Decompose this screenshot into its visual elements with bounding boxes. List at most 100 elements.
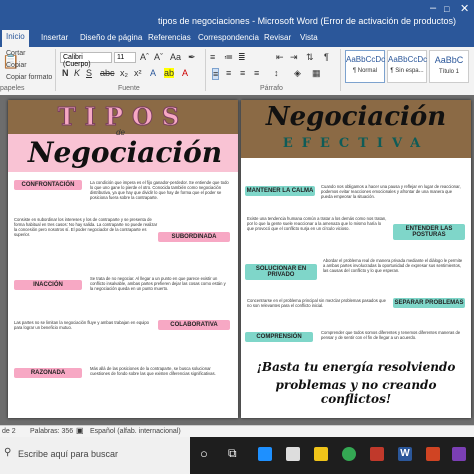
section-label: ENTENDER LAS POSTURAS bbox=[393, 224, 465, 240]
strikethrough-icon[interactable]: abc bbox=[100, 68, 115, 78]
search-icon: ⚲ bbox=[4, 447, 12, 458]
numbering-icon[interactable]: ≔ bbox=[224, 52, 233, 63]
title-sub: EFECTIVA bbox=[282, 136, 430, 151]
clear-format-icon[interactable]: ✒ bbox=[188, 52, 196, 63]
tab-referencias[interactable]: Referencias bbox=[148, 33, 191, 42]
tab-diseno[interactable]: Diseño de página bbox=[80, 33, 142, 42]
taskbar-search[interactable]: ⚲ Escribe aquí para buscar bbox=[0, 437, 190, 474]
bold-icon[interactable]: N bbox=[62, 68, 69, 78]
title-main: Negociación bbox=[27, 136, 223, 169]
cut-button[interactable]: Cortar bbox=[6, 50, 25, 57]
superscript-icon[interactable]: x² bbox=[134, 68, 142, 78]
line-spacing-icon[interactable]: ↕ bbox=[274, 68, 279, 78]
style-name: Título 1 bbox=[438, 69, 459, 75]
increase-indent-icon[interactable]: ⇥ bbox=[290, 52, 298, 63]
word-count[interactable]: Palabras: 356 bbox=[30, 428, 73, 435]
tab-insertar[interactable]: Insertar bbox=[41, 33, 68, 42]
tab-revisar[interactable]: Revisar bbox=[264, 33, 291, 42]
section-text: Comprender que todos somos diferentes y … bbox=[321, 330, 461, 340]
paragraph-group-label: Párrafo bbox=[260, 85, 283, 92]
bullets-icon[interactable]: ≡ bbox=[210, 52, 215, 62]
page-2[interactable]: Negociación EFECTIVA MANTENER LA CALMA C… bbox=[241, 100, 471, 418]
language[interactable]: Español (alfab. internacional) bbox=[90, 428, 181, 435]
shrink-font-icon[interactable]: Aˇ bbox=[154, 52, 163, 62]
shading-icon[interactable]: ◈ bbox=[294, 68, 301, 79]
section-label: CONFRONTACIÓN bbox=[14, 180, 82, 190]
grow-font-icon[interactable]: Aˆ bbox=[140, 52, 149, 62]
highlight-icon[interactable]: ab bbox=[164, 68, 175, 78]
style-no-spacing[interactable]: AaBbCcDc ¶ Sin espa... bbox=[387, 50, 427, 83]
store-icon[interactable] bbox=[286, 447, 300, 461]
close-icon[interactable]: ✕ bbox=[460, 2, 469, 15]
ribbon: 📋 Cortar Copiar Copiar formato papeles C… bbox=[0, 47, 474, 96]
font-name-select[interactable]: Calibri (Cuerpo) bbox=[60, 52, 112, 68]
multilevel-list-icon[interactable]: ≣ bbox=[238, 52, 246, 63]
divider bbox=[205, 49, 206, 91]
edge-icon[interactable] bbox=[258, 447, 272, 461]
tab-correspondencia[interactable]: Correspondencia bbox=[198, 33, 259, 42]
clipboard-group-label: papeles bbox=[0, 85, 25, 92]
page-1[interactable]: TIPOS de Negociación CONFRONTACIÓN La co… bbox=[8, 100, 238, 418]
underline-icon[interactable]: S bbox=[86, 68, 92, 78]
closing-line-1: ¡Basta tu energía resolviendo bbox=[256, 360, 456, 374]
chrome-icon[interactable] bbox=[342, 447, 356, 461]
font-color-icon[interactable]: A bbox=[182, 68, 188, 78]
text-effects-icon[interactable]: A bbox=[150, 68, 156, 78]
divider bbox=[55, 49, 56, 91]
section-label: MANTENER LA CALMA bbox=[245, 186, 315, 196]
decrease-indent-icon[interactable]: ⇤ bbox=[276, 52, 284, 63]
section-text: La condición que impera es el fijo ganad… bbox=[90, 180, 229, 200]
title-top: TIPOS bbox=[57, 102, 189, 132]
section-label: SUBORDINADA bbox=[158, 232, 230, 242]
font-size-select[interactable]: 11 bbox=[114, 52, 136, 63]
title-bar: tipos de negociaciones - Microsoft Word … bbox=[0, 0, 474, 30]
borders-icon[interactable]: ▦ bbox=[312, 68, 321, 79]
search-placeholder: Escribe aquí para buscar bbox=[18, 449, 119, 459]
change-case-icon[interactable]: Aa bbox=[170, 52, 181, 62]
section-text: Más allá de las posiciones de la contrap… bbox=[90, 366, 216, 376]
style-preview: AaBbCcDc bbox=[388, 55, 428, 64]
page-indicator[interactable]: de 2 bbox=[2, 428, 16, 435]
ribbon-tabs: Inicio Insertar Diseño de página Referen… bbox=[0, 30, 474, 47]
section-label: COMPRENSIÓN bbox=[245, 332, 313, 342]
subscript-icon[interactable]: x₂ bbox=[120, 68, 128, 78]
align-right-icon[interactable]: ≡ bbox=[240, 68, 245, 78]
task-view-icon[interactable]: ⧉ bbox=[228, 446, 237, 461]
divider bbox=[340, 49, 341, 91]
section-text: Abordar el problema real de manera priva… bbox=[323, 258, 463, 273]
maximize-icon[interactable]: □ bbox=[444, 4, 449, 14]
tab-vista[interactable]: Vista bbox=[300, 33, 318, 42]
section-text: Se trata de no negociar. Al llegar a un … bbox=[90, 276, 226, 291]
taskbar: ⚲ Escribe aquí para buscar ○ ⧉ W bbox=[0, 437, 474, 474]
style-preview: AaBbCcDc bbox=[346, 55, 386, 64]
sort-icon[interactable]: ⇅ bbox=[306, 52, 314, 63]
copy-button[interactable]: Copiar bbox=[6, 62, 27, 69]
align-left-icon[interactable]: ≡ bbox=[212, 68, 220, 80]
section-label: COLABORATIVA bbox=[158, 320, 230, 330]
powerpoint-icon[interactable] bbox=[426, 447, 440, 461]
word-icon[interactable]: W bbox=[398, 447, 412, 461]
section-text: Las partes no se limitan la negociación … bbox=[14, 320, 150, 330]
cortana-icon[interactable]: ○ bbox=[200, 446, 208, 461]
file-explorer-icon[interactable] bbox=[314, 447, 328, 461]
align-center-icon[interactable]: ≡ bbox=[226, 68, 231, 78]
section-label: INACCIÓN bbox=[14, 280, 82, 290]
app-icon[interactable] bbox=[370, 447, 384, 461]
section-label: SEPARAR PROBLEMAS bbox=[393, 298, 465, 308]
title-main: Negociación bbox=[265, 102, 447, 132]
app-icon[interactable] bbox=[452, 447, 466, 461]
section-text: Consiste en subordinar los intereses y l… bbox=[14, 217, 158, 237]
style-name: ¶ Sin espa... bbox=[390, 68, 424, 74]
section-text: Cuando nos obligamos a hacer una pausa y… bbox=[321, 184, 461, 199]
format-painter-button[interactable]: Copiar formato bbox=[6, 74, 52, 81]
style-heading1[interactable]: AaBbC Título 1 bbox=[429, 50, 469, 83]
justify-icon[interactable]: ≡ bbox=[254, 68, 259, 78]
style-normal[interactable]: AaBbCcDc ¶ Normal bbox=[345, 50, 385, 83]
section-text: Existe una tendencia humana común a trat… bbox=[247, 216, 387, 231]
tab-inicio[interactable]: Inicio bbox=[2, 30, 29, 47]
show-marks-icon[interactable]: ¶ bbox=[324, 52, 329, 62]
italic-icon[interactable]: K bbox=[74, 68, 80, 78]
minimize-icon[interactable]: – bbox=[430, 2, 436, 14]
proofing-icon[interactable]: ▣ bbox=[76, 426, 84, 435]
font-group-label: Fuente bbox=[118, 85, 140, 92]
